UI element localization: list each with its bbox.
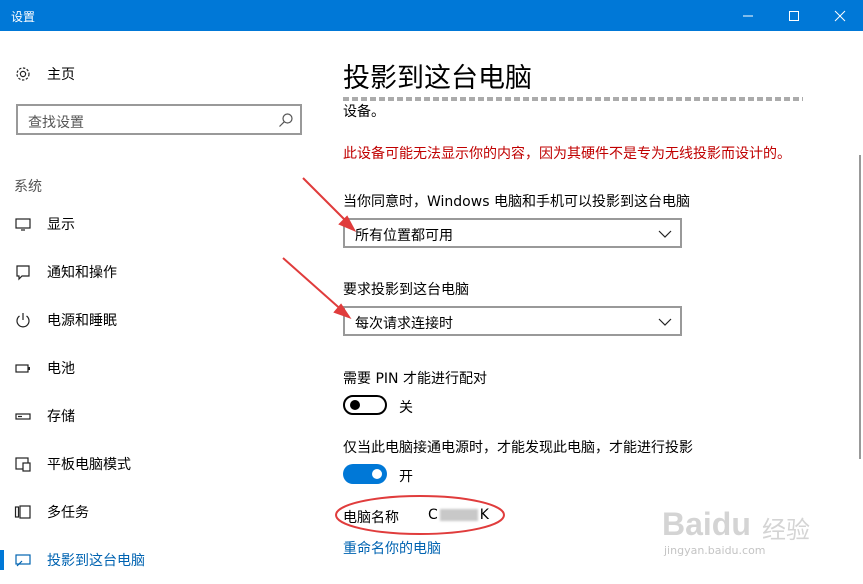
close-button[interactable] bbox=[817, 0, 863, 31]
maximize-button[interactable] bbox=[771, 0, 817, 31]
monitor-icon bbox=[14, 215, 32, 233]
search-input[interactable]: 查找设置 bbox=[16, 104, 302, 135]
ask-dropdown[interactable]: 每次请求连接时 bbox=[343, 306, 682, 336]
toggle-knob bbox=[372, 469, 382, 479]
watermark: Baidu 经验 jingyan.baidu.com bbox=[662, 490, 842, 570]
chevron-down-icon bbox=[658, 318, 672, 326]
power-icon bbox=[14, 311, 32, 329]
sidebar-item-label: 存储 bbox=[47, 409, 75, 425]
pc-name-redaction bbox=[439, 509, 478, 521]
ask-label: 要求投影到这台电脑 bbox=[343, 282, 469, 298]
sidebar-item-storage[interactable]: 存储 bbox=[0, 402, 331, 430]
sidebar-item-power[interactable]: 电源和睡眠 bbox=[0, 306, 331, 334]
active-indicator bbox=[0, 550, 4, 570]
sidebar-item-label: 投影到这台电脑 bbox=[47, 553, 145, 569]
sidebar-item-label: 平板电脑模式 bbox=[47, 457, 131, 473]
sidebar-item-notifications[interactable]: 通知和操作 bbox=[0, 258, 331, 286]
scrolled-description-fragment bbox=[343, 87, 803, 101]
sidebar-item-tablet-mode[interactable]: 平板电脑模式 bbox=[0, 450, 331, 478]
pin-toggle[interactable] bbox=[343, 395, 387, 415]
project-icon bbox=[14, 551, 32, 569]
pc-name-label: 电脑名称 bbox=[343, 510, 399, 526]
rename-pc-link[interactable]: 重命名你的电脑 bbox=[343, 538, 441, 558]
battery-icon bbox=[14, 359, 32, 377]
pc-name-value: CK bbox=[428, 507, 489, 523]
pc-name-suffix: K bbox=[479, 507, 489, 523]
tablet-mode-icon bbox=[14, 455, 32, 473]
availability-value: 所有位置都可用 bbox=[355, 228, 453, 244]
sidebar-item-label: 电池 bbox=[47, 361, 75, 377]
sidebar-item-label: 显示 bbox=[47, 217, 75, 233]
scrollbar[interactable] bbox=[859, 155, 861, 459]
toggle-knob bbox=[350, 400, 360, 410]
sidebar-item-project-to-pc[interactable]: 投影到这台电脑 bbox=[0, 546, 331, 574]
notification-icon bbox=[14, 263, 32, 281]
watermark-brand: Baidu bbox=[662, 506, 751, 542]
section-title: 系统 bbox=[14, 179, 42, 195]
window-title: 设置 bbox=[11, 10, 36, 24]
hardware-warning: 此设备可能无法显示你的内容，因为其硬件不是专为无线投影而设计的。 bbox=[343, 146, 791, 162]
availability-dropdown[interactable]: 所有位置都可用 bbox=[343, 218, 682, 248]
search-placeholder: 查找设置 bbox=[28, 115, 84, 131]
ask-value: 每次请求连接时 bbox=[355, 316, 453, 332]
pin-label: 需要 PIN 才能进行配对 bbox=[343, 371, 487, 387]
multitask-icon bbox=[14, 503, 32, 521]
chevron-down-icon bbox=[658, 230, 672, 238]
availability-label: 当你同意时，Windows 电脑和手机可以投影到这台电脑 bbox=[343, 194, 690, 210]
power-discovery-toggle[interactable] bbox=[343, 464, 387, 484]
home-label: 主页 bbox=[47, 67, 75, 83]
power-discovery-label: 仅当此电脑接通电源时，才能发现此电脑，才能进行投影 bbox=[343, 440, 693, 456]
power-discovery-toggle-state: 开 bbox=[399, 469, 413, 485]
pc-name-prefix: C bbox=[428, 507, 438, 523]
sidebar-item-label: 多任务 bbox=[47, 505, 89, 521]
storage-icon bbox=[14, 407, 32, 425]
watermark-sub: 经验 bbox=[762, 516, 810, 544]
maximize-icon bbox=[789, 10, 799, 21]
watermark-url: jingyan.baidu.com bbox=[664, 544, 766, 557]
title-bar: 设置 bbox=[0, 0, 863, 31]
pin-toggle-state: 关 bbox=[399, 400, 413, 416]
description-end: 设备。 bbox=[343, 104, 385, 120]
sidebar-item-display[interactable]: 显示 bbox=[0, 210, 331, 238]
sidebar-item-battery[interactable]: 电池 bbox=[0, 354, 331, 382]
sidebar-item-multitasking[interactable]: 多任务 bbox=[0, 498, 331, 526]
home-nav-item[interactable]: 主页 bbox=[14, 64, 75, 84]
close-icon bbox=[834, 10, 846, 21]
minimize-button[interactable] bbox=[725, 0, 771, 31]
sidebar-item-label: 电源和睡眠 bbox=[47, 313, 117, 329]
sidebar-item-label: 通知和操作 bbox=[47, 265, 117, 281]
search-icon[interactable] bbox=[278, 112, 294, 128]
minimize-icon bbox=[743, 15, 753, 16]
sidebar: 主页 查找设置 系统 显示 通知和操作 电源和睡眠 电池 存储 平板电脑模式 多… bbox=[0, 31, 331, 584]
gear-icon bbox=[14, 65, 32, 83]
